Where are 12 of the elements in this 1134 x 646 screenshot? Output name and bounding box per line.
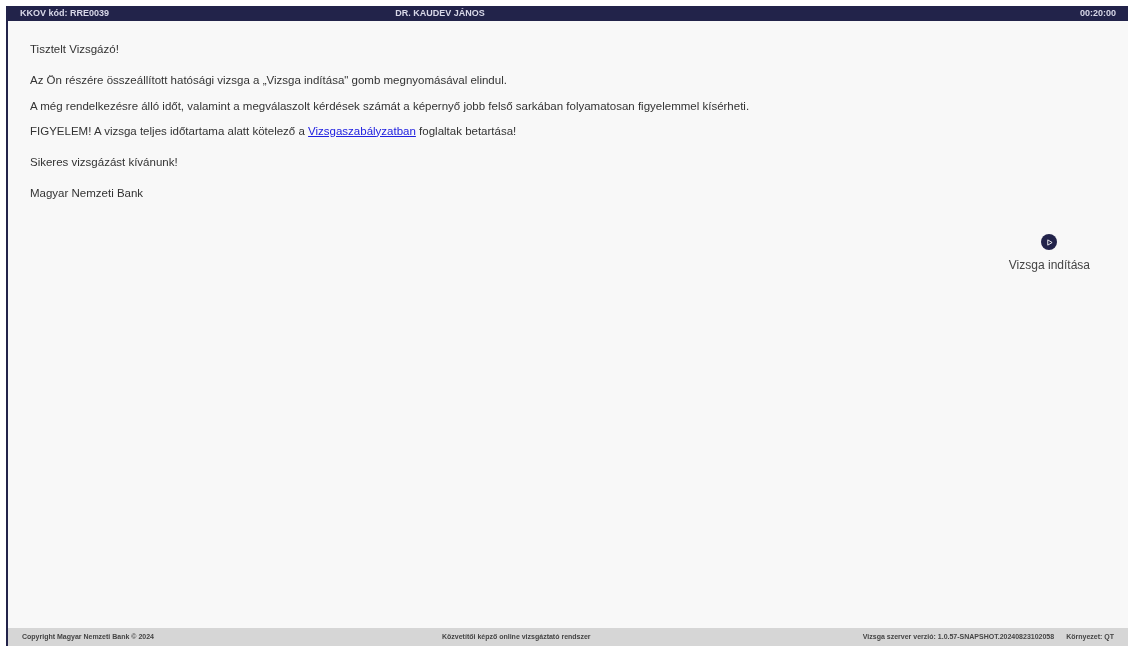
- exam-code: KKOV kód: RRE0039: [20, 6, 111, 20]
- candidate-name: DR. KAUDEV JÁNOS: [394, 6, 486, 20]
- greeting: Tisztelt Vizsgázó!: [30, 42, 120, 57]
- rules-link[interactable]: Vizsgaszabályzatban: [308, 124, 416, 137]
- play-icon: [1041, 234, 1058, 250]
- instruction-text: A még rendelkezésre álló időt, valamint a megválaszolt kérdések számát a képernyő jobb felső sarkában folyamatosan figyelemmel kísérheti.: [30, 98, 750, 114]
- warning-text: FIGYELEM! A vizsga teljes időtartama alatt kötelező a Vizsgaszabályzatban foglaltak betartása!: [30, 123, 518, 139]
- start-exam-button[interactable]: Vizsga indítása: [1008, 234, 1090, 274]
- signature: Magyar Nemzeti Bank: [30, 186, 145, 202]
- wish-text: Sikeres vizsgázást kívánunk!: [30, 155, 179, 170]
- timer: 00:20:00: [1079, 6, 1116, 20]
- instruction-text: Az Ön részére összeállított hatósági vizsga a „Vizsga indítása" gomb megnyomásával elindul.: [30, 73, 508, 89]
